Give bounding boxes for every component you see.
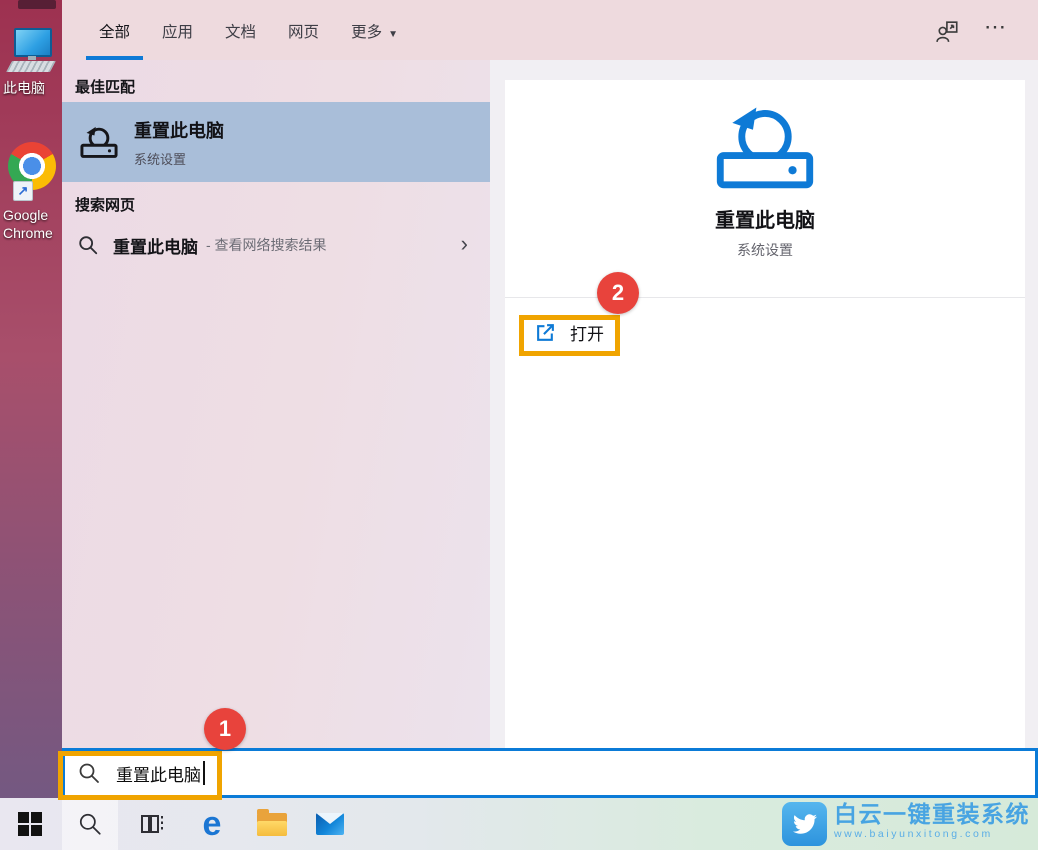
best-match-text: 重置此电脑 系统设置 — [134, 117, 224, 168]
search-header: 全部 应用 文档 网页 更多 ▼ ⋯ — [62, 0, 1038, 60]
twitter-bird-icon — [782, 802, 827, 846]
watermark-url: www.baiyunxitong.com — [834, 828, 993, 840]
tab-web[interactable]: 网页 — [275, 0, 332, 60]
desktop-background: 此电脑 Google Chrome — [0, 0, 62, 850]
ellipsis-icon[interactable]: ⋯ — [984, 14, 1008, 40]
step-badge-2: 2 — [597, 272, 639, 314]
preview-zone: 重置此电脑 系统设置 打开 — [490, 60, 1038, 748]
start-button[interactable] — [6, 798, 54, 850]
monitor-screen — [14, 28, 52, 57]
windows-search-screen: 此电脑 Google Chrome 全部 应用 文档 网页 更多 ▼ — [0, 0, 1038, 850]
best-match-title: 重置此电脑 — [134, 120, 224, 141]
edge-button[interactable]: e — [188, 798, 236, 850]
chrome-label-line2: Chrome — [3, 225, 53, 241]
results-panel: 最佳匹配 重置此电脑 系统设置 搜索网页 重置此电脑 - 查看网络搜索结果 › — [62, 60, 490, 748]
search-icon — [79, 813, 101, 835]
edge-icon: e — [202, 805, 222, 843]
chrome-label: Google Chrome — [3, 206, 62, 242]
web-search-result[interactable]: 重置此电脑 - 查看网络搜索结果 › — [62, 220, 490, 270]
watermark-text: 白云一键重装系统 www.baiyunxitong.com — [834, 801, 1030, 846]
search-flyout: 全部 应用 文档 网页 更多 ▼ ⋯ 最佳匹配 重置此电脑 系统设置 搜索网页 … — [62, 0, 1038, 798]
reset-pc-icon-large — [505, 104, 1025, 190]
chevron-right-icon[interactable]: › — [461, 231, 468, 257]
best-match-result[interactable]: 重置此电脑 系统设置 — [62, 102, 490, 182]
search-icon — [79, 236, 98, 255]
watermark-title: 白云一键重装系统 — [834, 801, 1030, 827]
best-match-header: 最佳匹配 — [75, 79, 136, 96]
divider — [505, 297, 1025, 298]
keyboard — [6, 61, 56, 72]
windows-start-icon — [18, 812, 42, 836]
reset-pc-icon — [80, 126, 118, 158]
best-match-subtitle: 系统设置 — [134, 151, 187, 167]
taskbar-search-button[interactable] — [62, 798, 118, 850]
file-explorer-icon — [257, 808, 287, 836]
tab-apps[interactable]: 应用 — [149, 0, 206, 60]
preview-card: 重置此电脑 系统设置 打开 — [505, 80, 1025, 748]
tab-documents[interactable]: 文档 — [212, 0, 269, 60]
preview-subtitle: 系统设置 — [737, 242, 793, 258]
monitor-stand — [28, 56, 36, 60]
annotation-box-search — [58, 751, 222, 800]
filter-tabs: 全部 应用 文档 网页 更多 ▼ — [86, 0, 411, 60]
tab-more-label: 更多 — [351, 24, 383, 41]
annotation-box-open — [519, 315, 620, 356]
mail-button[interactable] — [306, 798, 354, 850]
mail-icon — [316, 813, 344, 835]
web-search-header: 搜索网页 — [75, 197, 136, 214]
watermark: 白云一键重装系统 www.baiyunxitong.com — [782, 801, 1030, 846]
task-view-icon — [141, 815, 163, 833]
this-pc-icon[interactable] — [6, 28, 56, 76]
feedback-icon[interactable] — [936, 20, 960, 44]
dropdown-caret-icon: ▼ — [388, 29, 398, 40]
step-badge-1: 1 — [204, 708, 246, 750]
chrome-label-line1: Google — [3, 207, 49, 223]
shortcut-arrow-icon — [13, 181, 33, 201]
web-query: 重置此电脑 — [113, 237, 198, 257]
tab-all[interactable]: 全部 — [86, 0, 144, 60]
task-view-button[interactable] — [128, 798, 176, 850]
tab-more[interactable]: 更多 ▼ — [338, 0, 411, 60]
preview-title: 重置此电脑 — [715, 210, 815, 232]
file-explorer-button[interactable] — [248, 798, 296, 850]
cropped-desktop-icon — [18, 0, 56, 9]
web-hint: - 查看网络搜索结果 — [206, 237, 327, 253]
